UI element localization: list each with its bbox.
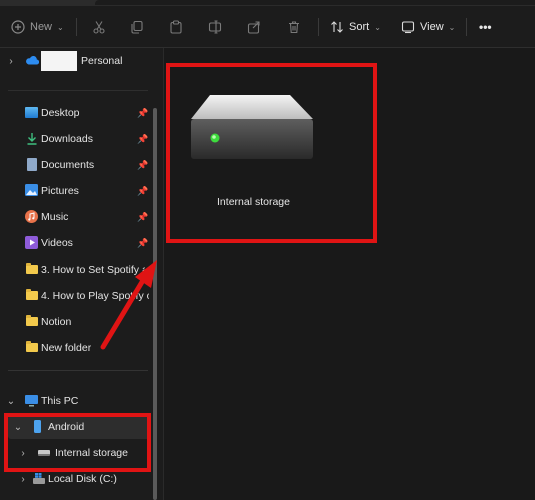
sidebar-item-label: Pictures <box>41 185 79 197</box>
new-button[interactable]: New ⌄ <box>11 6 64 48</box>
toolbar-divider <box>466 18 467 36</box>
share-icon <box>247 20 261 34</box>
sort-icon <box>330 20 344 34</box>
windows-drive-icon <box>33 473 45 487</box>
paste-button[interactable] <box>169 6 183 48</box>
new-label: New <box>30 21 53 33</box>
pin-icon[interactable]: 📌 <box>137 212 148 223</box>
toolbar-divider <box>318 18 319 36</box>
pin-icon[interactable]: 📌 <box>137 134 148 145</box>
chevron-down-icon: ⌄ <box>374 22 381 32</box>
cloud-icon <box>25 55 40 68</box>
pictures-icon <box>25 184 38 199</box>
chevron-down-icon: ⌄ <box>448 22 456 32</box>
sidebar-item-label: Internal storage <box>55 447 128 459</box>
view-icon <box>401 20 415 34</box>
paste-icon <box>169 20 183 34</box>
sidebar-item-label: Music <box>41 211 69 223</box>
rename-icon <box>208 20 222 34</box>
hard-drive-icon <box>188 93 316 166</box>
content-item-label: Internal storage <box>217 196 290 208</box>
toolbar-divider <box>76 18 77 36</box>
folder-icon <box>26 315 38 326</box>
drive-icon <box>38 450 50 456</box>
sort-label: Sort <box>349 21 370 33</box>
cut-button[interactable] <box>92 6 106 48</box>
sidebar-item-local-disk[interactable]: › Local Disk (C:) <box>0 467 150 491</box>
cut-icon <box>92 20 106 34</box>
chevron-right-icon[interactable]: › <box>18 474 28 485</box>
sidebar-item-label: Downloads <box>41 133 93 145</box>
sidebar-item-music[interactable]: Music 📌 <box>0 205 150 229</box>
folder-icon <box>26 289 38 300</box>
sidebar-item-downloads[interactable]: Downloads 📌 <box>0 127 150 151</box>
videos-icon <box>25 236 38 252</box>
pin-icon[interactable]: 📌 <box>137 238 148 249</box>
copy-button[interactable] <box>130 6 144 48</box>
sidebar-item-documents[interactable]: Documents 📌 <box>0 153 150 177</box>
sidebar-item-desktop[interactable]: Desktop 📌 <box>0 101 150 125</box>
chevron-right-icon[interactable]: › <box>6 56 16 67</box>
sidebar-item-pictures[interactable]: Pictures 📌 <box>0 179 150 203</box>
section-divider <box>8 370 148 371</box>
view-label: View <box>420 21 444 33</box>
phone-icon <box>34 420 41 433</box>
delete-icon <box>287 20 301 34</box>
sidebar-item-label: Personal <box>81 55 123 67</box>
account-name-redacted <box>41 51 77 71</box>
sidebar-item-label: This PC <box>41 395 79 407</box>
rename-button[interactable] <box>208 6 222 48</box>
copy-icon <box>130 20 144 34</box>
annotation-arrow <box>100 260 157 350</box>
pin-icon[interactable]: 📌 <box>137 186 148 197</box>
tab-strip <box>95 0 535 5</box>
sidebar-item-label: Notion <box>41 316 72 328</box>
sidebar-item-label: Android <box>48 421 85 433</box>
share-button[interactable] <box>247 6 261 48</box>
pin-icon[interactable]: 📌 <box>137 108 148 119</box>
chevron-down-icon[interactable]: ⌄ <box>6 396 16 407</box>
chevron-right-icon[interactable]: › <box>18 448 28 459</box>
sidebar-item-label: Local Disk (C:) <box>48 473 117 485</box>
music-icon <box>25 210 38 226</box>
sidebar-item-videos[interactable]: Videos 📌 <box>0 231 150 255</box>
desktop-icon <box>25 107 38 118</box>
delete-button[interactable] <box>287 6 301 48</box>
chevron-down-icon[interactable]: ⌄ <box>13 422 23 433</box>
pin-icon[interactable]: 📌 <box>137 160 148 171</box>
document-icon <box>27 158 37 171</box>
add-circle-icon <box>11 20 25 34</box>
monitor-icon <box>25 395 38 410</box>
more-label: ••• <box>479 20 492 34</box>
sidebar-item-label: New folder <box>41 342 92 354</box>
folder-icon <box>26 263 38 274</box>
sidebar-item-label: Documents <box>41 159 95 171</box>
sidebar-item-label: Desktop <box>41 107 80 119</box>
chevron-down-icon: ⌄ <box>57 22 64 32</box>
section-divider <box>8 90 148 91</box>
sidebar-item-onedrive[interactable]: › Personal <box>0 49 150 73</box>
more-icon[interactable]: ••• <box>479 6 492 48</box>
content-item-internal-storage[interactable]: Internal storage <box>170 63 377 241</box>
command-bar: New ⌄ Sort ⌄ View ⌄ ••• <box>0 6 535 48</box>
view-button[interactable]: View ⌄ <box>401 6 455 48</box>
folder-icon <box>26 341 38 352</box>
sidebar-item-label: Videos <box>41 237 73 249</box>
sidebar-item-internal-storage[interactable]: › Internal storage <box>0 441 150 465</box>
sort-button[interactable]: Sort ⌄ <box>330 6 381 48</box>
sidebar-item-android[interactable]: ⌄ Android <box>8 415 150 439</box>
download-icon <box>26 132 38 148</box>
sidebar-item-this-pc[interactable]: ⌄ This PC <box>0 389 150 413</box>
